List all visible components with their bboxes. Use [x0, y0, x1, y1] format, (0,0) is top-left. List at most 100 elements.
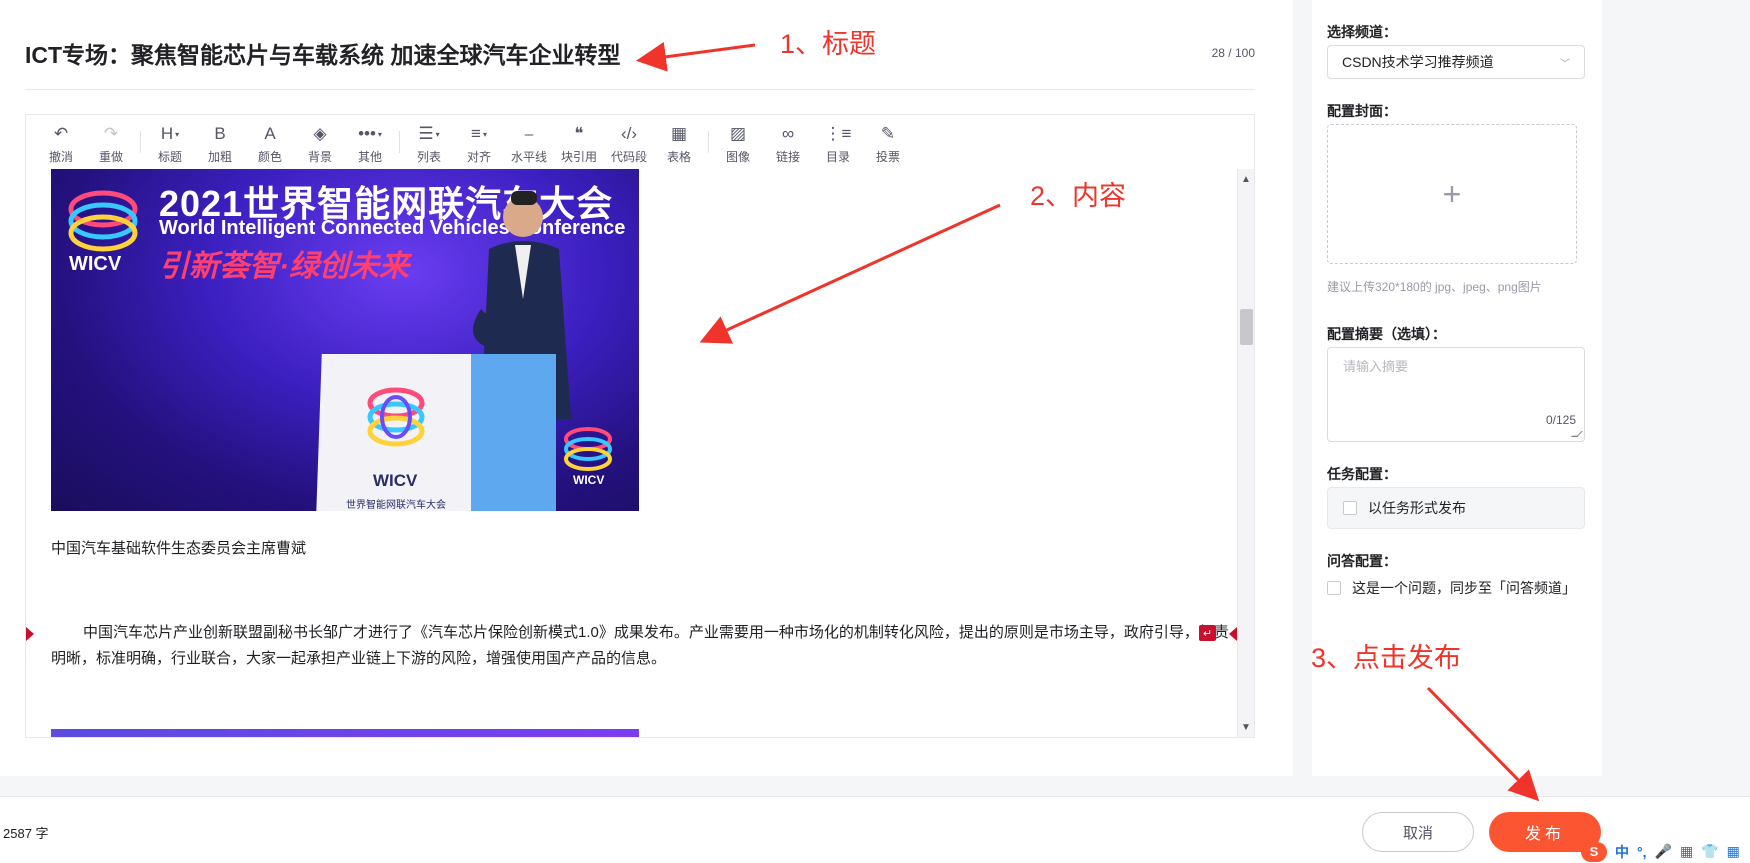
blockquote-glyph: ❝ — [574, 124, 584, 143]
toolbar-separator — [140, 131, 141, 153]
task-label: 任务配置： — [1327, 466, 1397, 482]
task-option[interactable]: 以任务形式发布 — [1327, 487, 1585, 529]
table-icon: ▦ — [671, 123, 687, 145]
image-label: 图像 — [725, 150, 750, 164]
footer-bar: 2587 字 取消 发布 — [0, 796, 1750, 863]
qa-option[interactable]: 这是一个问题，同步至「问答频道」 — [1327, 578, 1576, 598]
cover-hint: 建议上传320*180的 jpg、jpeg、png图片 — [1327, 280, 1542, 294]
redo-icon: ↷ — [104, 123, 118, 145]
toolbar-vote-button[interactable]: ✎ 投票 — [863, 115, 913, 169]
toolbar-heading-button[interactable]: H ▾ 标题 — [145, 115, 195, 169]
podium-logo-icon — [367, 387, 425, 447]
podium-wicv-text: WICV — [373, 471, 418, 490]
toolbar-blockquote-button[interactable]: ❝ 块引用 — [554, 115, 604, 169]
image-icon: ▨ — [730, 123, 746, 145]
blockquote-label: 块引用 — [560, 150, 597, 164]
task-option-label: 以任务形式发布 — [1368, 500, 1466, 516]
qa-checkbox[interactable] — [1327, 581, 1341, 595]
wicv-logo-text: WICV — [69, 253, 122, 275]
list-icon: ☰ ▾ — [418, 123, 439, 145]
more-icon: ••• ▾ — [358, 123, 382, 145]
toolbar-hr-button[interactable]: ⎯ 水平线 — [504, 115, 554, 169]
scroll-down-icon[interactable]: ▼ — [1238, 719, 1254, 735]
cancel-button[interactable]: 取消 — [1362, 812, 1474, 852]
title-char-count: 28 / 100 — [1211, 46, 1255, 60]
toolbar-background-button[interactable]: ◈ 背景 — [295, 115, 345, 169]
side-wicv-text: WICV — [573, 473, 605, 487]
toolbar-link-button[interactable]: ∞ 链接 — [763, 115, 813, 169]
channel-label: 选择频道： — [1327, 24, 1397, 40]
article-image[interactable]: WICV 2021世界智能网联汽车大会 World Intelligent Co… — [51, 169, 639, 511]
chevron-down-icon: ﹀ — [1560, 58, 1570, 70]
article-paragraph[interactable]: 中国汽车芯片产业创新联盟副秘书长邹广才进行了《汽车芯片保险创新模式1.0》成果发… — [51, 620, 1236, 672]
bold-icon: B — [214, 123, 225, 145]
toolbar-bold-button[interactable]: B 加粗 — [195, 115, 245, 169]
code-glyph: ‹/› — [620, 124, 638, 143]
summary-box: 0/125 — [1327, 347, 1585, 442]
qa-option-label: 这是一个问题，同步至「问答频道」 — [1352, 580, 1576, 596]
caret-down-icon: ▾ — [482, 129, 487, 139]
task-checkbox[interactable] — [1343, 501, 1357, 515]
undo-icon: ↶ — [54, 123, 68, 145]
qa-label: 问答配置： — [1327, 553, 1397, 569]
ime-menu-icon[interactable]: ▦ — [1727, 843, 1740, 860]
toolbar-code-button[interactable]: ‹/› 代码段 — [604, 115, 654, 169]
toolbar-toc-button[interactable]: ⋮≡ 目录 — [813, 115, 863, 169]
editor-content[interactable]: WICV 2021世界智能网联汽车大会 World Intelligent Co… — [26, 169, 1238, 737]
align-glyph: ≡ — [471, 124, 481, 143]
code-label: 代码段 — [610, 150, 647, 164]
toolbar-redo-button[interactable]: ↷ 重做 — [86, 115, 136, 169]
toolbar-image-button[interactable]: ▨ 图像 — [713, 115, 763, 169]
ime-keyboard-icon[interactable]: ▦ — [1680, 843, 1693, 860]
article-title-input[interactable]: ICT专场：聚焦智能芯片与车载系统 加速全球汽车企业转型 — [25, 36, 620, 70]
vote-glyph: ✎ — [880, 124, 896, 143]
ime-microphone-icon[interactable]: 🎤 — [1655, 843, 1672, 860]
toolbar-list-button[interactable]: ☰ ▾ 列表 — [404, 115, 454, 169]
toolbar-align-button[interactable]: ≡ ▾ 对齐 — [454, 115, 504, 169]
undo-glyph: ↶ — [53, 124, 69, 143]
ime-toolbar[interactable]: S 中 °, 🎤 ▦ 👕 ▦ — [1577, 840, 1750, 863]
cover-upload[interactable]: + — [1327, 124, 1577, 264]
redo-label: 重做 — [98, 150, 123, 164]
title-row[interactable]: ICT专场：聚焦智能芯片与车载系统 加速全球汽车企业转型 28 / 100 — [25, 22, 1255, 90]
editor-scrollbar[interactable]: ▲ ▼ — [1237, 169, 1254, 737]
scroll-up-icon[interactable]: ▲ — [1238, 171, 1254, 187]
paragraph-marker-left-icon — [26, 627, 34, 641]
image-glyph: ▨ — [729, 124, 747, 143]
toolbar-table-button[interactable]: ▦ 表格 — [654, 115, 704, 169]
color-label: 颜色 — [257, 150, 282, 164]
summary-input[interactable] — [1328, 348, 1584, 441]
channel-select[interactable]: CSDN技术学习推荐频道 ﹀ — [1327, 45, 1585, 79]
ime-logo-icon[interactable]: S — [1581, 841, 1607, 862]
background-glyph: ◈ — [313, 124, 327, 143]
hr-icon: ⎯ — [525, 123, 534, 145]
plus-icon: + — [1442, 175, 1462, 212]
ime-punctuation-icon[interactable]: °, — [1637, 844, 1647, 860]
vote-label: 投票 — [875, 150, 900, 164]
more-glyph: ••• — [358, 124, 376, 143]
background-label: 背景 — [307, 150, 332, 164]
scroll-thumb[interactable] — [1240, 309, 1253, 345]
toc-icon: ⋮≡ — [825, 123, 852, 145]
hr-label: 水平线 — [510, 150, 547, 164]
banner-slogan: 引新荟智·绿创未来 — [159, 250, 409, 283]
word-count: 2587 字 — [3, 826, 49, 841]
link-glyph: ∞ — [781, 124, 795, 143]
ime-chinese-mode[interactable]: 中 — [1615, 842, 1629, 862]
image-caption[interactable]: 中国汽车基础软件生态委员会主席曹斌 — [51, 537, 306, 558]
redo-glyph: ↷ — [103, 124, 119, 143]
ime-skin-icon[interactable]: 👕 — [1701, 843, 1718, 860]
cover-label: 配置封面： — [1327, 103, 1397, 119]
toolbar-color-button[interactable]: A 颜色 — [245, 115, 295, 169]
summary-char-count: 0/125 — [1545, 413, 1576, 427]
list-glyph: ☰ — [418, 124, 434, 143]
toc-glyph: ⋮≡ — [824, 124, 852, 143]
blockquote-icon: ❝ — [574, 123, 583, 145]
bold-glyph: B — [214, 124, 226, 143]
toolbar-undo-button[interactable]: ↶ 撤消 — [36, 115, 86, 169]
paragraph-marker-right-icon — [1229, 627, 1237, 641]
summary-label: 配置摘要（选填）： — [1327, 326, 1446, 342]
editor-panel: ICT专场：聚焦智能芯片与车载系统 加速全球汽车企业转型 28 / 100 ↶ 撤… — [0, 0, 1293, 776]
toolbar-more-button[interactable]: ••• ▾ 其他 — [345, 115, 395, 169]
channel-value: CSDN技术学习推荐频道 — [1342, 54, 1494, 70]
